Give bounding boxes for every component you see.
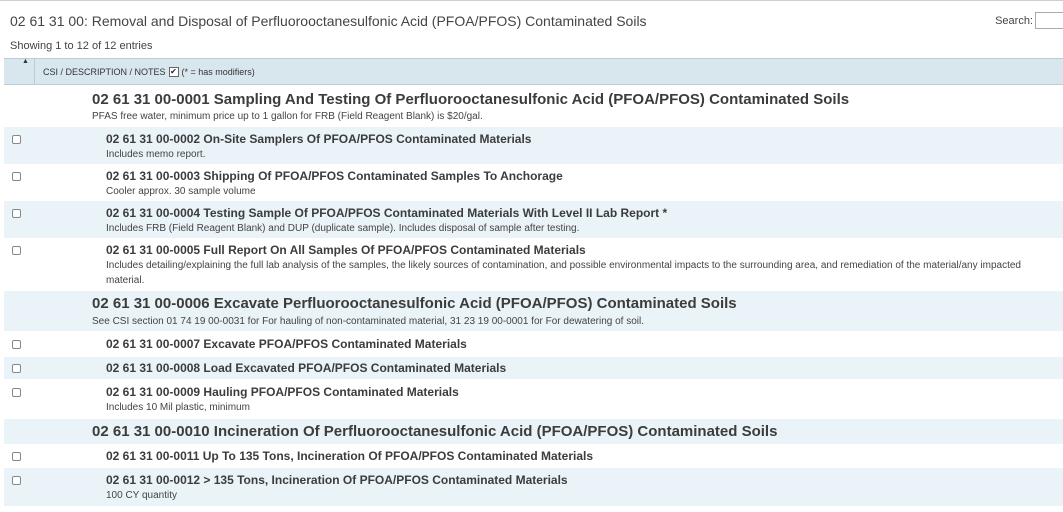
- table-row: 02 61 31 00-0009 Hauling PFOA/PFOS Conta…: [4, 380, 1063, 417]
- item-title: 02 61 31 00-0012 > 135 Tons, Incineratio…: [106, 473, 568, 487]
- section-title: 02 61 31 00-0001 Sampling And Testing Of…: [92, 91, 850, 108]
- row-checkbox[interactable]: [12, 388, 21, 397]
- table-row: 02 61 31 00-0005 Full Report On All Samp…: [4, 238, 1063, 290]
- section-note: PFAS free water, minimum price up to 1 g…: [92, 111, 483, 122]
- item-note: 100 CY quantity: [106, 490, 177, 501]
- sort-up-icon: ▲: [22, 58, 29, 65]
- column-label: CSI / DESCRIPTION / NOTES: [43, 67, 166, 77]
- column-header-description[interactable]: CSI / DESCRIPTION / NOTES ✔ (* = has mod…: [43, 67, 255, 77]
- table-row: 02 61 31 00-0002 On-Site Samplers Of PFO…: [4, 127, 1063, 164]
- table-row: 02 61 31 00-0011 Up To 135 Tons, Inciner…: [4, 445, 1063, 467]
- search-label: Search:: [995, 14, 1033, 27]
- row-checkbox[interactable]: [12, 340, 21, 349]
- table-row: 02 61 31 00-0003 Shipping Of PFOA/PFOS C…: [4, 164, 1063, 201]
- row-checkbox[interactable]: [12, 135, 21, 144]
- item-note: Includes memo report.: [106, 149, 206, 160]
- item-note: Cooler approx. 30 sample volume: [106, 186, 256, 197]
- page-title: 02 61 31 00: Removal and Disposal of Per…: [10, 13, 647, 29]
- item-title: 02 61 31 00-0003 Shipping Of PFOA/PFOS C…: [106, 169, 563, 183]
- item-note: Includes detailing/explaining the full l…: [106, 260, 1021, 286]
- row-checkbox[interactable]: [12, 209, 21, 218]
- page-frame: [0, 0, 1063, 5]
- entries-info: Showing 1 to 12 of 12 entries: [10, 40, 153, 52]
- table-header: ▲ CSI / DESCRIPTION / NOTES ✔ (* = has m…: [4, 58, 1063, 85]
- item-title: 02 61 31 00-0011 Up To 135 Tons, Inciner…: [106, 449, 594, 463]
- sort-column-header[interactable]: ▲: [4, 58, 35, 84]
- modifiers-note: (* = has modifiers): [181, 67, 255, 77]
- row-checkbox[interactable]: [12, 452, 21, 461]
- item-title: 02 61 31 00-0008 Load Excavated PFOA/PFO…: [106, 361, 507, 375]
- table-row: 02 61 31 00-0012 > 135 Tons, Incineratio…: [4, 468, 1063, 506]
- search-input[interactable]: [1035, 12, 1063, 29]
- table-row: 02 61 31 00-0008 Load Excavated PFOA/PFO…: [4, 357, 1063, 379]
- row-checkbox[interactable]: [12, 246, 21, 255]
- table-row-section: 02 61 31 00-0010 Incineration Of Perfluo…: [4, 419, 1063, 444]
- search-box: Search:: [995, 12, 1063, 29]
- item-title: 02 61 31 00-0004 Testing Sample Of PFOA/…: [106, 206, 668, 220]
- item-title: 02 61 31 00-0002 On-Site Samplers Of PFO…: [106, 132, 532, 146]
- item-title: 02 61 31 00-0009 Hauling PFOA/PFOS Conta…: [106, 385, 459, 399]
- table-row-section: 02 61 31 00-0001 Sampling And Testing Of…: [4, 87, 1063, 124]
- item-title: 02 61 31 00-0007 Excavate PFOA/PFOS Cont…: [106, 337, 467, 351]
- row-checkbox[interactable]: [12, 476, 21, 485]
- item-note: Includes 10 Mil plastic, minimum: [106, 402, 250, 413]
- notes-checkbox[interactable]: ✔: [168, 67, 179, 77]
- table-row-section: 02 61 31 00-0006 Excavate Perfluorooctan…: [4, 291, 1063, 331]
- section-title: 02 61 31 00-0010 Incineration Of Perfluo…: [92, 423, 778, 440]
- table-row: 02 61 31 00-0004 Testing Sample Of PFOA/…: [4, 201, 1063, 238]
- item-note: Includes FRB (Field Reagent Blank) and D…: [106, 223, 580, 234]
- table-row: 02 61 31 00-0007 Excavate PFOA/PFOS Cont…: [4, 333, 1063, 355]
- section-note: See CSI section 01 74 19 00-0031 for For…: [92, 316, 645, 327]
- section-title: 02 61 31 00-0006 Excavate Perfluorooctan…: [92, 295, 737, 312]
- row-checkbox[interactable]: [12, 364, 21, 373]
- item-title: 02 61 31 00-0005 Full Report On All Samp…: [106, 243, 586, 257]
- row-checkbox[interactable]: [12, 172, 21, 181]
